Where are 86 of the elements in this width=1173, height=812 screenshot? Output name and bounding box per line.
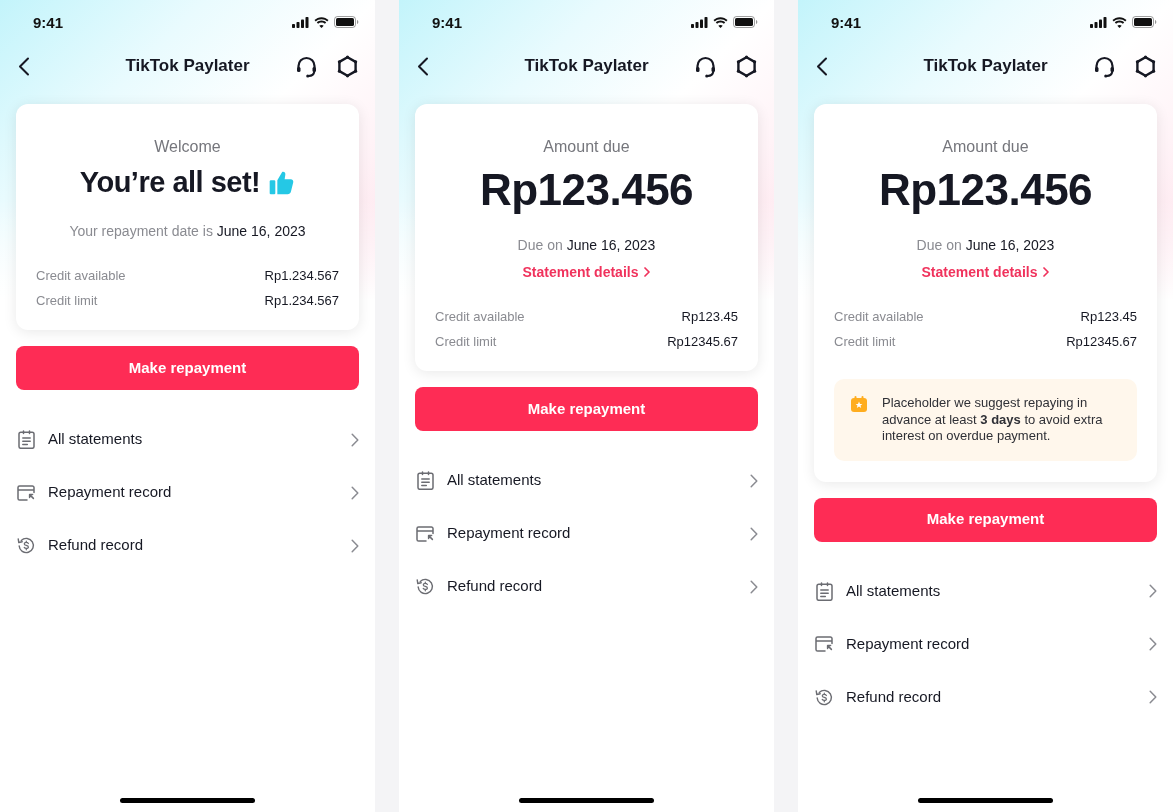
status-time: 9:41	[33, 14, 64, 30]
wifi-icon	[713, 16, 728, 28]
statement-details-link[interactable]: Statement details	[522, 262, 651, 282]
headset-icon	[694, 54, 717, 78]
card-arrow-icon	[815, 636, 833, 652]
menu-item[interactable]: Repayment record	[0, 466, 375, 519]
chevron-right-icon	[1149, 637, 1157, 651]
amount-due-value: Rp123.456	[478, 164, 695, 216]
credit-label: Credit available	[834, 308, 924, 327]
support-button[interactable]	[295, 54, 318, 78]
wifi-icon	[1112, 16, 1127, 28]
document-icon	[815, 581, 833, 601]
menu-item[interactable]: Refund record	[399, 560, 774, 613]
settings-icon	[735, 54, 758, 78]
card-eyebrow: Welcome	[153, 137, 222, 157]
document-icon	[416, 471, 434, 490]
make-repayment-button[interactable]: Make repayment	[814, 497, 1157, 542]
chevron-right-icon	[1043, 267, 1050, 277]
support-button[interactable]	[1093, 54, 1116, 78]
wifi-icon	[314, 16, 329, 28]
chevron-right-icon	[644, 267, 651, 277]
menu-item[interactable]: All statements	[399, 454, 774, 507]
credit-label: Credit limit	[834, 333, 896, 352]
credit-value: Rp12345.67	[1066, 333, 1137, 352]
back-icon	[816, 56, 828, 76]
card-arrow-icon	[416, 525, 434, 542]
due-date-text: Due on June 16, 2023	[915, 236, 1056, 255]
welcome-headline: You’re all set!	[79, 165, 261, 200]
make-repayment-button[interactable]: Make repayment	[415, 387, 758, 431]
chevron-right-icon	[1149, 690, 1157, 704]
due-date-text: Due on June 16, 2023	[516, 236, 657, 255]
chevron-right-icon	[351, 432, 359, 447]
statement-details-link[interactable]: Statement details	[921, 262, 1050, 282]
menu-item[interactable]: Repayment record	[399, 507, 774, 560]
menu-item[interactable]: Repayment record	[798, 617, 1173, 671]
back-icon	[417, 56, 429, 76]
settings-icon	[1134, 54, 1157, 78]
credit-value: Rp1.234.567	[264, 292, 339, 311]
headset-icon	[1093, 54, 1116, 78]
document-icon	[17, 430, 35, 449]
page-title: TikTok Paylater	[524, 55, 649, 78]
dollar-circle-arrow-icon	[17, 536, 35, 555]
make-repayment-button[interactable]: Make repayment	[16, 346, 359, 390]
menu-item[interactable]: All statements	[0, 413, 375, 466]
credit-label: Credit limit	[435, 333, 497, 352]
menu-item[interactable]: Refund record	[798, 670, 1173, 724]
menu-item[interactable]: All statements	[798, 564, 1173, 618]
credit-value: Rp123.45	[681, 308, 738, 327]
credit-value: Rp123.45	[1080, 308, 1137, 327]
signal-icon	[691, 16, 708, 28]
credit-label: Credit available	[36, 267, 126, 286]
signal-icon	[292, 16, 309, 28]
credit-value: Rp1.234.567	[264, 267, 339, 286]
status-time: 9:41	[831, 14, 862, 30]
credit-value: Rp12345.67	[667, 333, 738, 352]
back-icon	[18, 56, 30, 76]
card-eyebrow: Amount due	[542, 137, 631, 157]
chevron-right-icon	[750, 526, 758, 541]
dollar-circle-arrow-icon	[416, 577, 434, 596]
dollar-circle-arrow-icon	[815, 687, 833, 707]
chevron-right-icon	[750, 473, 758, 488]
chevron-right-icon	[351, 538, 359, 553]
page-title: TikTok Paylater	[125, 55, 250, 78]
chevron-right-icon	[750, 579, 758, 594]
amount-due-value: Rp123.456	[877, 164, 1094, 216]
headset-icon	[295, 54, 318, 78]
support-button[interactable]	[694, 54, 717, 78]
chevron-right-icon	[1149, 584, 1157, 598]
battery-icon	[733, 16, 758, 28]
settings-button[interactable]	[336, 54, 359, 78]
card-eyebrow: Amount due	[941, 137, 1030, 157]
menu-item[interactable]: Refund record	[0, 519, 375, 572]
battery-icon	[1132, 16, 1157, 28]
settings-button[interactable]	[735, 54, 758, 78]
settings-button[interactable]	[1134, 54, 1157, 78]
notice-text: Placeholder we suggest repaying in advance at least 3 days to avoid extra interest on overdue payment.	[882, 395, 1104, 445]
card-arrow-icon	[17, 484, 35, 501]
chevron-right-icon	[351, 485, 359, 500]
credit-label: Credit limit	[36, 292, 98, 311]
credit-label: Credit available	[435, 308, 525, 327]
settings-icon	[336, 54, 359, 78]
signal-icon	[1090, 16, 1107, 28]
status-time: 9:41	[432, 14, 463, 30]
page-title: TikTok Paylater	[923, 55, 1048, 78]
due-date-text: Your repayment date is June 16, 2023	[68, 222, 307, 241]
battery-icon	[334, 16, 359, 28]
